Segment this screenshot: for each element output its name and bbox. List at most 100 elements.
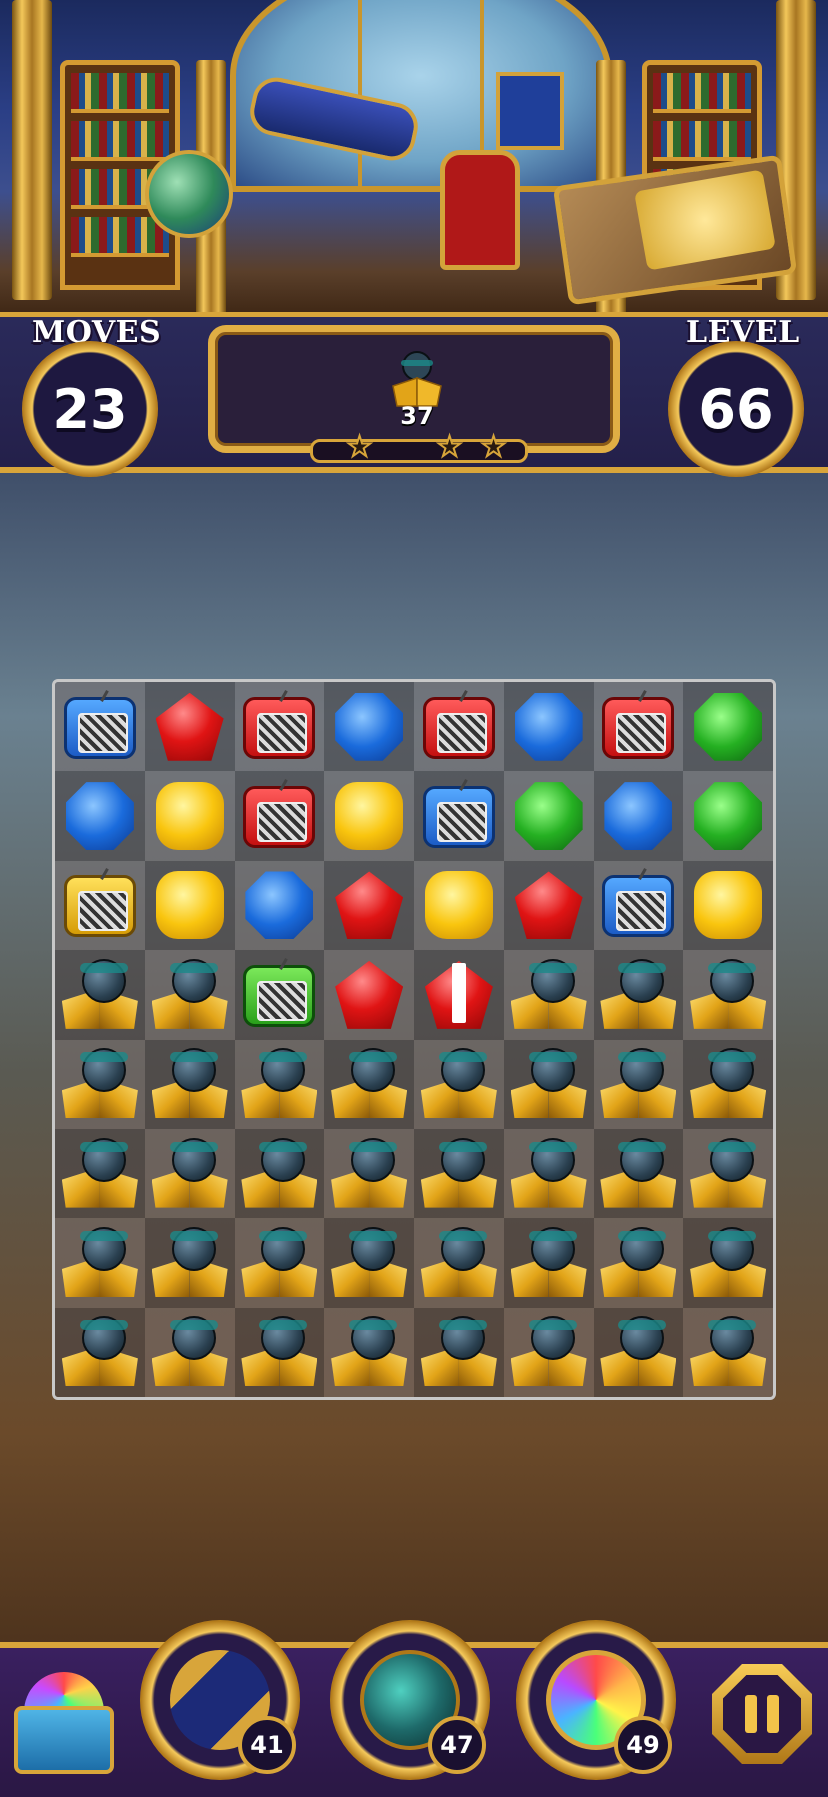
board-cell[interactable] bbox=[144, 860, 235, 951]
board-cell[interactable] bbox=[324, 1039, 414, 1129]
board-cell[interactable] bbox=[593, 1218, 684, 1308]
board-cell[interactable] bbox=[414, 1128, 504, 1219]
board-cell[interactable] bbox=[144, 682, 235, 772]
acorn-piece bbox=[60, 955, 140, 1035]
cannon-booster[interactable]: 41 bbox=[140, 1620, 300, 1780]
board-cell[interactable] bbox=[144, 1128, 235, 1219]
gem-chest-icon[interactable] bbox=[8, 1666, 120, 1776]
board-cell[interactable] bbox=[503, 682, 594, 772]
board-cell[interactable] bbox=[234, 1218, 325, 1308]
yellow-gem-icon bbox=[155, 871, 224, 940]
board-cell[interactable] bbox=[234, 1128, 325, 1219]
board-cell[interactable] bbox=[144, 1039, 235, 1129]
board-cell[interactable] bbox=[324, 1218, 414, 1308]
globe-cage-booster[interactable]: 47 bbox=[330, 1620, 490, 1780]
board-cell[interactable] bbox=[593, 682, 684, 772]
acorn-piece bbox=[598, 955, 678, 1035]
board-cell[interactable] bbox=[593, 1039, 684, 1129]
level-indicator: 66 bbox=[668, 341, 804, 477]
gem-blue bbox=[329, 687, 409, 767]
board-cell[interactable] bbox=[234, 950, 325, 1040]
golden-acorn-icon bbox=[329, 1134, 409, 1214]
board-cell[interactable] bbox=[414, 860, 504, 951]
board-cell[interactable] bbox=[683, 860, 773, 951]
board-cell[interactable] bbox=[144, 1218, 235, 1308]
board-cell[interactable] bbox=[593, 771, 684, 861]
board-cell[interactable] bbox=[144, 1307, 235, 1397]
board-cell[interactable] bbox=[414, 950, 504, 1040]
board-cell[interactable] bbox=[234, 1039, 325, 1129]
board-cell[interactable] bbox=[324, 682, 414, 772]
board-cell[interactable] bbox=[144, 771, 235, 861]
board-cell[interactable] bbox=[234, 771, 325, 861]
board-cell[interactable] bbox=[55, 860, 145, 951]
radio-red bbox=[598, 687, 678, 767]
golden-acorn-icon bbox=[60, 1134, 140, 1214]
golden-acorn-icon bbox=[688, 955, 768, 1035]
red-radio-icon bbox=[602, 689, 675, 759]
gem-yellow bbox=[329, 776, 409, 856]
golden-acorn-icon bbox=[509, 1044, 589, 1124]
board-cell[interactable] bbox=[414, 682, 504, 772]
acorn-piece bbox=[329, 1312, 409, 1392]
board-cell[interactable] bbox=[503, 1128, 594, 1219]
red-radio-icon bbox=[422, 689, 495, 759]
board-cell[interactable] bbox=[593, 950, 684, 1040]
radio-blue bbox=[60, 687, 140, 767]
golden-acorn-icon bbox=[150, 1044, 230, 1124]
pause-button[interactable] bbox=[712, 1664, 812, 1764]
board-cell[interactable] bbox=[55, 1307, 145, 1397]
board-cell[interactable] bbox=[683, 1039, 773, 1129]
board-cell[interactable] bbox=[55, 1039, 145, 1129]
pause-icon bbox=[723, 1675, 801, 1753]
board-cell[interactable] bbox=[414, 771, 504, 861]
board-cell[interactable] bbox=[593, 1128, 684, 1219]
board-cell[interactable] bbox=[503, 771, 594, 861]
board-cell[interactable] bbox=[593, 1307, 684, 1397]
board-cell[interactable] bbox=[324, 950, 414, 1040]
board-cell[interactable] bbox=[414, 1218, 504, 1308]
board-cell[interactable] bbox=[144, 950, 235, 1040]
board-cell[interactable] bbox=[503, 1218, 594, 1308]
board-cell[interactable] bbox=[503, 1039, 594, 1129]
moves-counter: 23 bbox=[22, 341, 158, 477]
board-cell[interactable] bbox=[503, 1307, 594, 1397]
green-radio-icon bbox=[243, 957, 316, 1027]
board-cell[interactable] bbox=[683, 1218, 773, 1308]
acorn-piece bbox=[509, 955, 589, 1035]
board-cell[interactable] bbox=[55, 1218, 145, 1308]
board-cell[interactable] bbox=[593, 860, 684, 951]
board-cell[interactable] bbox=[683, 682, 773, 772]
radio-red bbox=[239, 687, 319, 767]
board-cell[interactable] bbox=[324, 1128, 414, 1219]
golden-acorn-icon bbox=[60, 1223, 140, 1303]
board-cell[interactable] bbox=[55, 1128, 145, 1219]
gem-red bbox=[329, 955, 409, 1035]
board-cell[interactable] bbox=[324, 860, 414, 951]
board-cell[interactable] bbox=[414, 1307, 504, 1397]
acorn-piece bbox=[419, 1134, 499, 1214]
acorn-piece bbox=[688, 955, 768, 1035]
green-gem-icon bbox=[694, 692, 763, 761]
board-cell[interactable] bbox=[55, 771, 145, 861]
board-cell[interactable] bbox=[324, 1307, 414, 1397]
acorn-piece bbox=[509, 1223, 589, 1303]
board-cell[interactable] bbox=[324, 771, 414, 861]
board-cell[interactable] bbox=[234, 682, 325, 772]
acorn-piece bbox=[419, 1044, 499, 1124]
board-cell[interactable] bbox=[234, 860, 325, 951]
clock-booster[interactable]: 49 bbox=[516, 1620, 676, 1780]
board-cell[interactable] bbox=[55, 682, 145, 772]
board-cell[interactable] bbox=[683, 1128, 773, 1219]
golden-acorn-icon bbox=[598, 1312, 678, 1392]
board-cell[interactable] bbox=[683, 771, 773, 861]
booster-bar: 41 47 49 bbox=[0, 1620, 828, 1797]
board-cell[interactable] bbox=[55, 950, 145, 1040]
board-cell[interactable] bbox=[234, 1307, 325, 1397]
board-cell[interactable] bbox=[503, 950, 594, 1040]
board-cell[interactable] bbox=[503, 860, 594, 951]
board-cell[interactable] bbox=[414, 1039, 504, 1129]
board-cell[interactable] bbox=[683, 1307, 773, 1397]
board-cell[interactable] bbox=[683, 950, 773, 1040]
golden-acorn-icon bbox=[688, 1044, 768, 1124]
